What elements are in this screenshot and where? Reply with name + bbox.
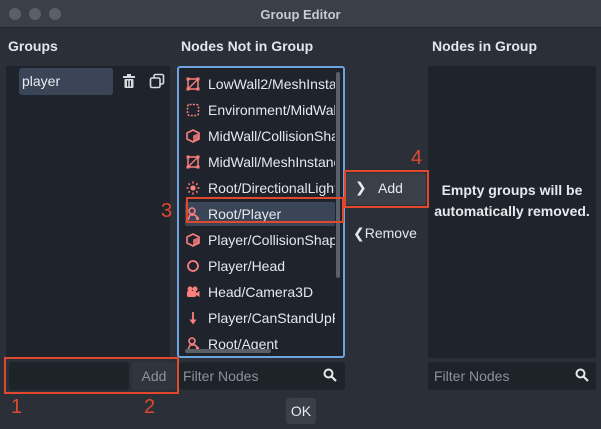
in-group-heading: Nodes in Group [432, 38, 537, 54]
node-list-item-label: Player/CollisionShape3D [208, 232, 335, 248]
node-list-item-label: MidWall/MeshInstance3D [208, 154, 335, 170]
collision-shape-icon [185, 233, 200, 248]
raycast-icon [185, 311, 200, 326]
node3d-box-icon [185, 103, 200, 118]
directional-light-icon [185, 181, 200, 196]
node3d-circle-icon [185, 259, 200, 274]
not-in-group-heading: Nodes Not in Group [181, 38, 314, 54]
annotation-box-3 [186, 197, 344, 223]
groups-list [6, 66, 170, 358]
node-list-item[interactable]: MidWall/CollisionShape3D [185, 124, 335, 148]
node-list-item-label: Player/CanStandUpRayCast [208, 310, 335, 326]
annotation-box-4 [344, 170, 429, 208]
annotation-number-3: 3 [161, 200, 173, 222]
node-list-item[interactable]: Player/CanStandUpRayCast [185, 306, 335, 330]
node-list-item[interactable]: Player/CollisionShape3D [185, 228, 335, 252]
horizontal-scrollbar[interactable] [185, 349, 271, 353]
node-list-item-label: LowWall2/MeshInstance3D [208, 76, 335, 92]
filter-in-group-input[interactable]: Filter Nodes [428, 362, 596, 390]
window-titlebar: Group Editor [0, 0, 601, 28]
mesh-instance-icon [185, 77, 200, 92]
remove-from-group-button[interactable]: ❮Remove [353, 225, 417, 242]
search-icon [323, 368, 337, 387]
node-list-item-label: MidWall/CollisionShape3D [208, 128, 335, 144]
collision-shape-icon [185, 129, 200, 144]
ok-button[interactable]: OK [286, 398, 316, 424]
groups-heading: Groups [8, 38, 58, 54]
vertical-scrollbar[interactable] [336, 72, 340, 278]
empty-groups-message: Empty groups will be automatically remov… [434, 182, 590, 219]
annotation-number-1: 1 [11, 396, 23, 418]
node-list-item-label: Root/DirectionalLight3D [208, 180, 335, 196]
node-list-item[interactable]: Head/Camera3D [185, 280, 335, 304]
annotation-number-4: 4 [411, 147, 423, 169]
search-icon [575, 368, 589, 387]
node-list-item[interactable]: Player/Head [185, 254, 335, 278]
node-list-item[interactable]: Environment/MidWall [185, 98, 335, 122]
node-list-item[interactable]: MidWall/MeshInstance3D [185, 150, 335, 174]
chevron-left-icon: ❮ [353, 225, 365, 241]
node-list-item-label: Player/Head [208, 258, 286, 274]
group-item-player[interactable]: player [19, 68, 113, 95]
duplicate-icon[interactable] [148, 73, 166, 91]
filter-placeholder: Filter Nodes [183, 368, 259, 384]
trash-icon[interactable] [120, 73, 138, 91]
camera-icon [185, 285, 200, 300]
node-list-item-label: Environment/MidWall [208, 102, 335, 118]
mesh-instance-icon [185, 155, 200, 170]
annotation-number-2: 2 [144, 396, 156, 418]
annotation-box-1 [4, 357, 179, 394]
window-title: Group Editor [260, 7, 341, 22]
remove-from-group-label: Remove [364, 225, 417, 241]
filter-not-in-group-input[interactable]: Filter Nodes [179, 362, 345, 390]
node-list-item[interactable]: LowWall2/MeshInstance3D [185, 72, 335, 96]
filter-placeholder: Filter Nodes [434, 368, 510, 384]
node-list-item-label: Head/Camera3D [208, 284, 314, 300]
